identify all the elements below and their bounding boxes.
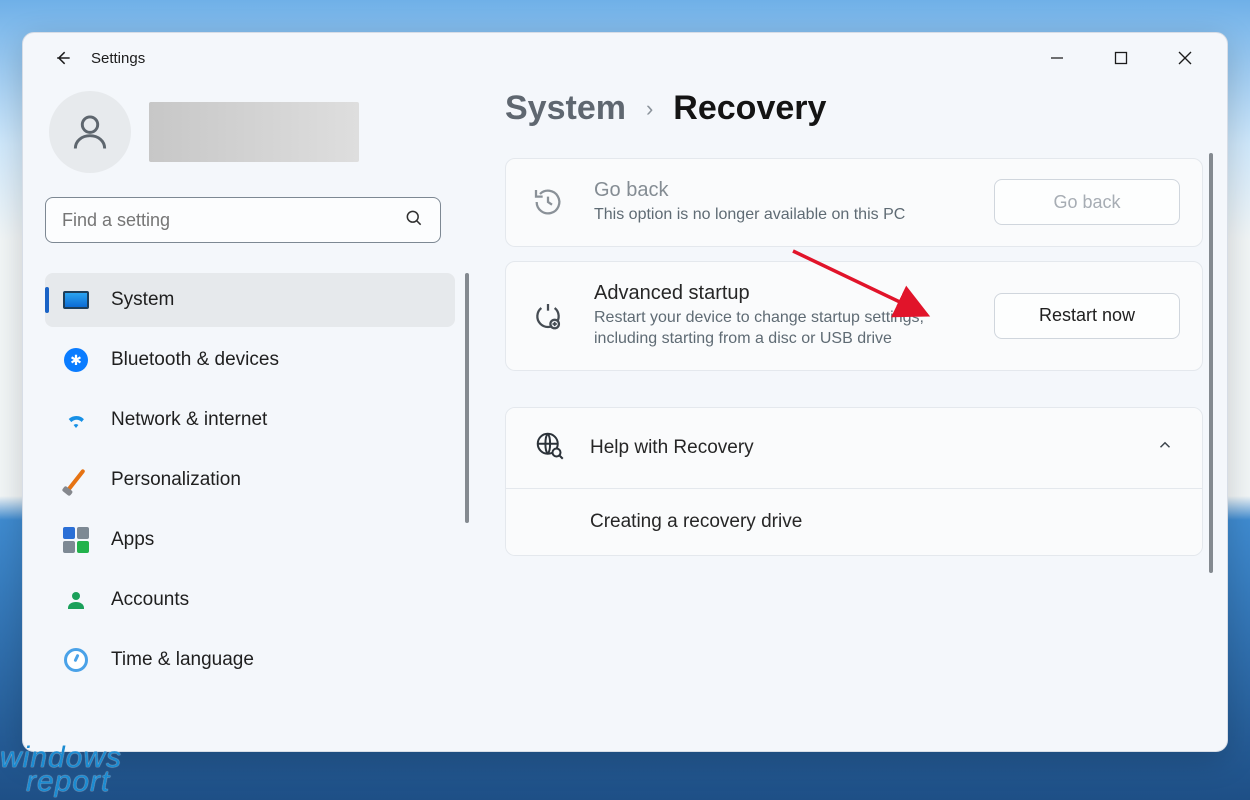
breadcrumb-current: Recovery	[673, 89, 826, 128]
window-controls	[1025, 38, 1217, 78]
sidebar-item-label: System	[111, 289, 174, 311]
help-item-label: Creating a recovery drive	[590, 511, 802, 533]
sidebar-item-network-internet[interactable]: Network & internet	[45, 393, 455, 447]
clock-globe-icon	[63, 647, 89, 673]
card-title: Advanced startup	[594, 282, 968, 305]
main-content: System › Recovery Go back This option is…	[465, 83, 1209, 741]
profile-name-redacted	[149, 102, 359, 162]
sidebar-item-bluetooth-devices[interactable]: ✱ Bluetooth & devices	[45, 333, 455, 387]
minimize-icon	[1050, 51, 1064, 65]
search-input[interactable]	[46, 210, 404, 231]
breadcrumb: System › Recovery	[505, 89, 1203, 128]
close-button[interactable]	[1153, 38, 1217, 78]
sidebar-item-label: Bluetooth & devices	[111, 349, 279, 371]
accounts-icon	[63, 587, 89, 613]
sidebar-item-time-language[interactable]: Time & language	[45, 633, 455, 687]
search-box[interactable]	[45, 197, 441, 243]
person-icon	[68, 110, 112, 154]
wifi-icon	[63, 407, 89, 433]
maximize-icon	[1114, 51, 1128, 65]
sidebar-item-accounts[interactable]: Accounts	[45, 573, 455, 627]
sidebar-item-system[interactable]: System	[45, 273, 455, 327]
breadcrumb-parent[interactable]: System	[505, 89, 626, 128]
sidebar-item-apps[interactable]: Apps	[45, 513, 455, 567]
bluetooth-icon: ✱	[63, 347, 89, 373]
power-gear-icon	[528, 300, 568, 332]
paintbrush-icon	[63, 467, 89, 493]
search-icon	[404, 208, 440, 233]
help-header-label: Help with Recovery	[590, 437, 754, 459]
card-go-back: Go back This option is no longer availab…	[505, 158, 1203, 247]
card-title: Go back	[594, 179, 968, 202]
globe-search-icon	[534, 430, 564, 466]
card-description: Restart your device to change startup se…	[594, 307, 968, 350]
help-header[interactable]: Help with Recovery	[506, 408, 1202, 489]
titlebar: Settings	[23, 33, 1227, 83]
card-advanced-startup: Advanced startup Restart your device to …	[505, 261, 1203, 371]
card-description: This option is no longer available on th…	[594, 204, 968, 226]
main-scrollbar[interactable]	[1209, 153, 1213, 573]
settings-window: Settings	[22, 32, 1228, 752]
sidebar-item-label: Apps	[111, 529, 154, 551]
profile-block[interactable]	[49, 91, 455, 173]
minimize-button[interactable]	[1025, 38, 1089, 78]
sidebar-item-personalization[interactable]: Personalization	[45, 453, 455, 507]
help-item-creating-recovery-drive[interactable]: Creating a recovery drive	[506, 489, 1202, 555]
sidebar-item-label: Accounts	[111, 589, 189, 611]
system-icon	[63, 287, 89, 313]
chevron-right-icon: ›	[646, 96, 653, 122]
help-group: Help with Recovery Creating a recovery d…	[505, 407, 1203, 556]
watermark: windowsreport	[0, 746, 122, 794]
nav-list: System ✱ Bluetooth & devices Network & i…	[45, 273, 455, 741]
apps-icon	[63, 527, 89, 553]
back-button[interactable]	[43, 40, 83, 76]
history-icon	[528, 186, 568, 218]
go-back-button: Go back	[994, 179, 1180, 225]
sidebar: System ✱ Bluetooth & devices Network & i…	[45, 83, 465, 741]
restart-now-button[interactable]: Restart now	[994, 293, 1180, 339]
desktop-wallpaper: Settings	[0, 0, 1250, 800]
app-title: Settings	[91, 50, 145, 67]
sidebar-item-label: Network & internet	[111, 409, 267, 431]
back-arrow-icon	[53, 48, 73, 68]
maximize-button[interactable]	[1089, 38, 1153, 78]
sidebar-item-label: Personalization	[111, 469, 241, 491]
close-icon	[1178, 51, 1192, 65]
avatar	[49, 91, 131, 173]
chevron-up-icon	[1156, 436, 1174, 460]
sidebar-item-label: Time & language	[111, 649, 254, 671]
